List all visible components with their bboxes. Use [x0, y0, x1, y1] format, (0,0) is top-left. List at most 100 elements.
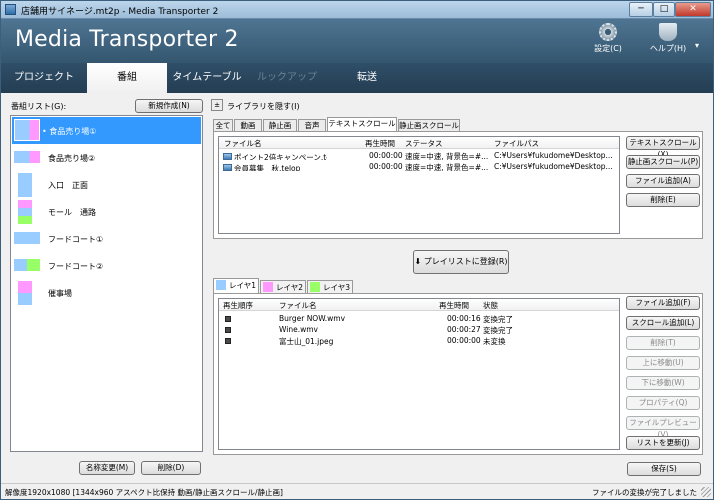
- maximize-button[interactable]: □: [653, 2, 675, 17]
- row-order: 001: [225, 314, 233, 323]
- col-path[interactable]: ファイルパス: [494, 138, 539, 149]
- table-row[interactable]: 002 Wine.wmv 00:00:27 変換完了: [219, 324, 619, 335]
- tab-program[interactable]: 番組: [87, 63, 167, 93]
- settings-button[interactable]: 設定(C): [583, 23, 633, 54]
- add-scroll-button[interactable]: スクロール追加(L): [626, 316, 700, 330]
- col-filename[interactable]: ファイル名: [279, 300, 317, 311]
- new-program-button[interactable]: 新規作成(N): [135, 99, 203, 113]
- program-item-label: 入口 正面: [48, 181, 88, 190]
- program-item-label: フードコート②: [48, 262, 104, 271]
- delete-program-button[interactable]: 削除(D): [141, 461, 201, 475]
- image-scroll-button[interactable]: 静止画スクロール(P): [626, 155, 700, 169]
- lib-tab-text-scroll[interactable]: テキストスクロール: [327, 117, 397, 131]
- refresh-list-button[interactable]: リストを更新(J): [626, 436, 700, 450]
- layout-thumbnail: [18, 173, 32, 197]
- minimize-button[interactable]: ─: [629, 2, 653, 17]
- save-button[interactable]: 保存(S): [627, 462, 701, 476]
- col-status[interactable]: ステータス: [405, 138, 443, 149]
- tab-transfer[interactable]: 転送: [327, 63, 407, 93]
- help-button[interactable]: ヘルプ(H): [643, 23, 693, 54]
- register-playlist-label: プレイリストに登録(R): [423, 257, 508, 266]
- layer-color-swatch: [216, 280, 226, 290]
- chevron-down-icon[interactable]: ▾: [695, 41, 699, 50]
- program-item-label: 食品売り場②: [48, 154, 96, 163]
- library-panel: ファイル名 再生時間 ステータス ファイルパス ポイント2倍キャンペーン.tel…: [213, 131, 703, 239]
- col-duration[interactable]: 再生時間: [365, 138, 395, 149]
- program-item-label: 催事場: [48, 289, 72, 298]
- lib-tab-image[interactable]: 静止画: [263, 119, 297, 131]
- resize-grip-icon[interactable]: [701, 487, 711, 497]
- register-playlist-button[interactable]: ⬇ プレイリストに登録(R): [413, 250, 509, 274]
- layer-color-swatch: [310, 282, 320, 292]
- file-preview-button[interactable]: ファイルプレビュー(V): [626, 416, 700, 439]
- delete-library-button[interactable]: 削除(E): [626, 193, 700, 207]
- move-up-button[interactable]: 上に移動(U): [626, 356, 700, 370]
- delete-playlist-item-button[interactable]: 削除(T): [626, 336, 700, 350]
- program-item-label: フードコート①: [48, 235, 104, 244]
- rename-button[interactable]: 名称変更(M): [79, 461, 135, 475]
- telop-file-icon: [223, 163, 232, 171]
- program-item[interactable]: 入口 正面: [12, 171, 201, 198]
- program-panel: 番組リスト(G): 新規作成(N) • 食品売り場① 食品売り場② 入口 正面 …: [9, 97, 206, 482]
- table-row[interactable]: ポイント2倍キャンペーン.tel... 00:00:00 速度=中速, 背景色=…: [219, 150, 619, 161]
- add-file-button[interactable]: ファイル追加(A): [626, 174, 700, 188]
- app-icon: [5, 4, 16, 15]
- add-file-playlist-button[interactable]: ファイル追加(F): [626, 296, 700, 310]
- program-item[interactable]: フードコート①: [12, 225, 201, 252]
- tab-project[interactable]: プロジェクト: [1, 63, 87, 93]
- lib-tab-all[interactable]: 全て: [213, 119, 233, 131]
- lib-tab-image-scroll[interactable]: 静止画スクロール: [398, 119, 460, 131]
- layout-thumbnail: [14, 119, 40, 141]
- program-item[interactable]: フードコート②: [12, 252, 201, 279]
- telop-file-icon: [223, 152, 232, 160]
- arrow-down-icon: ⬇: [414, 257, 422, 266]
- program-item[interactable]: モール 通路: [12, 198, 201, 225]
- window-title: 店舗用サイネージ.mt2p - Media Transporter 2: [21, 7, 219, 17]
- lib-tab-audio[interactable]: 音声: [298, 119, 326, 131]
- layer-tab-1[interactable]: レイヤ1: [213, 278, 259, 294]
- settings-label: 設定(C): [594, 44, 622, 53]
- toggle-library-icon[interactable]: ±: [211, 99, 223, 111]
- program-item[interactable]: • 食品売り場①: [12, 117, 201, 144]
- title-bar: 店舗用サイネージ.mt2p - Media Transporter 2 ─ □ …: [1, 1, 713, 19]
- tab-timetable[interactable]: タイムテーブル: [167, 63, 247, 93]
- library-and-playlist-panel: ± ライブラリを隠す(I) 全て 動画 静止画 音声 テキストスクロール 静止画…: [211, 97, 711, 482]
- library-table: ファイル名 再生時間 ステータス ファイルパス ポイント2倍キャンペーン.tel…: [218, 136, 620, 234]
- help-icon: [659, 23, 677, 41]
- properties-button[interactable]: プロパティ(Q): [626, 396, 700, 410]
- program-list: • 食品売り場① 食品売り場② 入口 正面 モール 通路 フードコート① フード…: [10, 115, 203, 452]
- table-row[interactable]: 001 Burger NOW.wmv 00:00:16 変換完了: [219, 313, 619, 324]
- col-filename[interactable]: ファイル名: [224, 138, 262, 149]
- table-row[interactable]: 003 富士山_01.jpeg 00:00:00 未変換: [219, 335, 619, 346]
- media-file-icon: [225, 327, 231, 333]
- table-row[interactable]: 会員募集 秋.telop 00:00:00 速度=中速, 背景色=#... C:…: [219, 161, 619, 172]
- program-item-label: モール 通路: [48, 208, 96, 217]
- program-item[interactable]: 食品売り場②: [12, 144, 201, 171]
- lib-tab-video[interactable]: 動画: [234, 119, 262, 131]
- text-scroll-button[interactable]: テキストスクロール(X): [626, 136, 700, 159]
- program-item-label: • 食品売り場①: [42, 127, 97, 136]
- close-button[interactable]: ✕: [675, 2, 711, 17]
- move-down-button[interactable]: 下に移動(W): [626, 376, 700, 390]
- row-path: C:¥Users¥fukudome¥Desktop...: [494, 151, 613, 160]
- layer-tab-label: レイヤ1: [229, 281, 257, 290]
- program-list-label: 番組リスト(G):: [11, 102, 67, 111]
- col-order[interactable]: 再生順序: [223, 300, 253, 311]
- col-state[interactable]: 状態: [483, 300, 498, 311]
- row-filename: 富士山_01.jpeg: [279, 337, 334, 346]
- gear-icon: [599, 23, 617, 41]
- col-duration[interactable]: 再生時間: [439, 300, 469, 311]
- status-message: ファイルの変換が完了しました: [592, 488, 697, 497]
- row-order: 003: [225, 336, 233, 345]
- tab-lookup: ルックアップ: [257, 72, 317, 83]
- layer-tab-label: レイヤ3: [323, 283, 351, 292]
- layer-tab-3[interactable]: レイヤ3: [307, 280, 353, 294]
- program-item[interactable]: 催事場: [12, 279, 201, 306]
- row-filename: 会員募集 秋.telop: [223, 162, 327, 171]
- layout-thumbnail: [18, 281, 32, 305]
- layer-tab-2[interactable]: レイヤ2: [260, 280, 306, 294]
- playlist-table-header: 再生順序 ファイル名 再生時間 状態: [219, 299, 619, 311]
- media-file-icon: [225, 338, 231, 344]
- row-status: 速度=中速, 背景色=#...: [405, 163, 489, 172]
- hide-library-label[interactable]: ライブラリを隠す(I): [227, 101, 300, 112]
